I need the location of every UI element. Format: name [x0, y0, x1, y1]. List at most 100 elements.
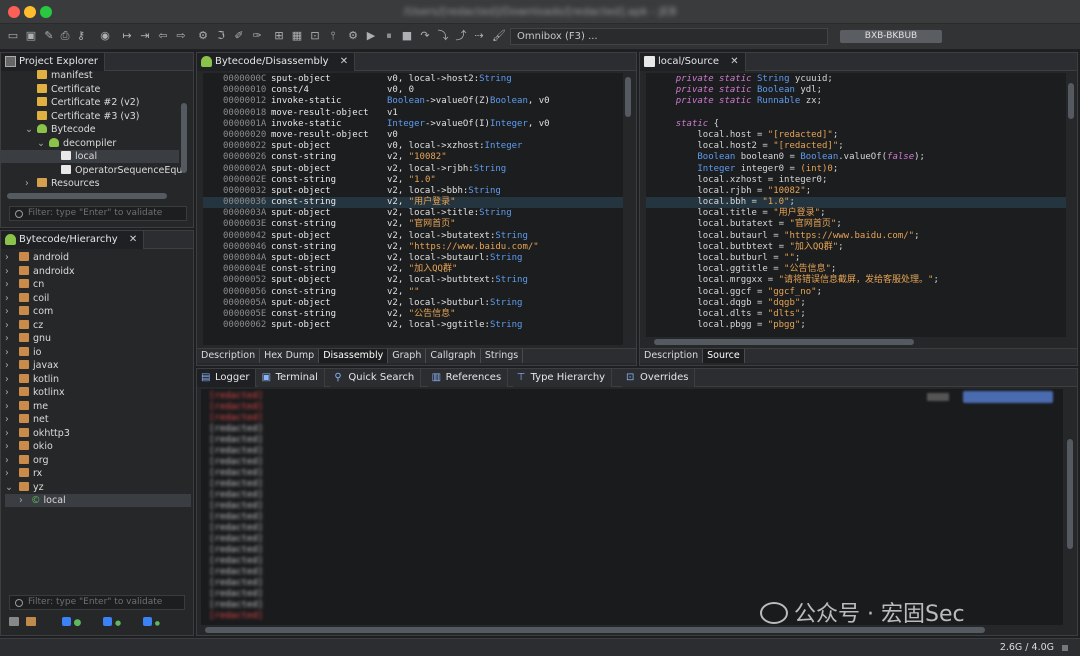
tree-arrow-icon[interactable]: ›: [5, 278, 19, 291]
tab-overrides[interactable]: ⊡ Overrides: [622, 369, 696, 387]
tree-item[interactable]: › Resources: [1, 177, 179, 190]
package-item[interactable]: › cz: [5, 319, 191, 332]
save-icon[interactable]: ▣: [24, 29, 38, 43]
source-line[interactable]: local.butaurl = "https://www.baidu.com/"…: [654, 231, 1066, 242]
package-item[interactable]: › rx: [5, 467, 191, 480]
rename-icon[interactable]: ℑ: [214, 29, 228, 43]
package-item[interactable]: › gnu: [5, 332, 191, 345]
class-item[interactable]: › © local: [5, 494, 191, 507]
source-line[interactable]: static {: [654, 119, 1066, 130]
disassembly-line[interactable]: 00000042 sput-object v2, local->butatext:S…: [223, 231, 623, 242]
step-into-icon[interactable]: ⤵: [436, 29, 450, 43]
tree-arrow-icon[interactable]: ›: [19, 494, 31, 507]
package-item[interactable]: › org: [5, 454, 191, 467]
disassembly-line[interactable]: 00000036 const-string v2, "用户登录": [203, 197, 623, 209]
package-item[interactable]: › coil: [5, 292, 191, 305]
close-icon[interactable]: ✕: [730, 56, 738, 67]
disassembly-vscroll[interactable]: [625, 77, 631, 117]
disassembly-view[interactable]: 0000000C sput-object v0, local->host2:Stri…: [203, 73, 623, 345]
tree-arrow-icon[interactable]: ›: [5, 413, 19, 426]
source-line[interactable]: local.mrggxx = "请将错误信息截屏，发给客服处理。";: [654, 275, 1066, 286]
disassembly-line[interactable]: 00000022 sput-object v0, local->xzhost:Int…: [223, 141, 623, 152]
subtab-callgraph[interactable]: Callgraph: [426, 349, 481, 363]
disassembly-line[interactable]: 0000000C sput-object v0, local->host2:Stri…: [223, 74, 623, 85]
source-line[interactable]: Integer integer0 = (int)0;: [654, 164, 1066, 175]
package-view-icon[interactable]: [9, 617, 19, 626]
subtab-strings[interactable]: Strings: [481, 349, 524, 363]
disassembly-line[interactable]: 00000052 sput-object v2, local->butbtext:S…: [223, 275, 623, 286]
tree-item[interactable]: manifest: [1, 69, 179, 82]
package-item[interactable]: › com: [5, 305, 191, 318]
tree-arrow-icon[interactable]: ›: [5, 319, 19, 332]
source-line[interactable]: local.bbh = "1.0";: [646, 197, 1066, 209]
subtab-description[interactable]: Description: [197, 349, 261, 363]
show-fields-checkbox[interactable]: [103, 617, 113, 626]
source-line[interactable]: local.pbgg = "pbgg";: [654, 320, 1066, 331]
tree-arrow-icon[interactable]: ›: [5, 265, 19, 278]
structure-icon[interactable]: ⊞: [272, 29, 286, 43]
comment-icon[interactable]: ✑: [250, 29, 264, 43]
tree-arrow-icon[interactable]: ›: [5, 373, 19, 386]
brush-icon[interactable]: 🖌: [492, 29, 506, 43]
disassembly-line[interactable]: 00000026 const-string v2, "10082": [223, 152, 623, 163]
project-tree-vscroll[interactable]: [181, 103, 187, 173]
stop-icon[interactable]: ■: [400, 29, 414, 43]
disassembly-line[interactable]: 00000012 invoke-static Boolean->valueOf(Z)…: [223, 96, 623, 107]
project-filter-input[interactable]: Filter: type "Enter" to validate: [9, 206, 187, 221]
package-item[interactable]: › io: [5, 346, 191, 359]
disassembly-line[interactable]: 0000003A sput-object v2, local->title:Stri…: [223, 208, 623, 219]
source-line[interactable]: private static String ycuuid;: [654, 74, 1066, 85]
navigate-icon[interactable]: ⇥: [138, 29, 152, 43]
tree-arrow-icon[interactable]: ›: [25, 177, 37, 190]
tree-item[interactable]: Certificate #3 (v3): [1, 110, 179, 123]
hierarchy-filter-input[interactable]: Filter: type "Enter" to validate: [9, 595, 185, 610]
tree-item[interactable]: Certificate #2 (v2): [1, 96, 179, 109]
package-item[interactable]: ⌄ yz: [5, 481, 191, 494]
tree-item[interactable]: OperatorSequenceEqu: [1, 164, 182, 177]
graph-icon[interactable]: ⊡: [308, 29, 322, 43]
tree-arrow-icon[interactable]: ›: [5, 467, 19, 480]
disassembly-line[interactable]: 00000018 move-result-object v1: [223, 108, 623, 119]
layout-icon[interactable]: ▦: [290, 29, 304, 43]
source-line[interactable]: local.butbtext = "加入QQ群";: [654, 242, 1066, 253]
subtab-hex-dump[interactable]: Hex Dump: [260, 349, 320, 363]
step-over-icon[interactable]: ↷: [418, 29, 432, 43]
source-line[interactable]: local.ggcf = "ggcf_no";: [654, 287, 1066, 298]
disassembly-line[interactable]: 0000003E const-string v2, "官网首页": [223, 219, 623, 230]
source-line[interactable]: local.dqgb = "dqgb";: [654, 298, 1066, 309]
source-line[interactable]: local.title = "用户登录";: [654, 208, 1066, 219]
show-classes-checkbox[interactable]: [61, 617, 71, 626]
disassembly-line[interactable]: 00000020 move-result-object v0: [223, 130, 623, 141]
package-item[interactable]: › okio: [5, 440, 191, 453]
tree-arrow-icon[interactable]: ›: [5, 251, 19, 264]
jump-icon[interactable]: ↦: [120, 29, 134, 43]
tree-arrow-icon[interactable]: ›: [5, 427, 19, 440]
maximize-window-button[interactable]: [40, 6, 52, 18]
source-line[interactable]: local.dlts = "dlts";: [654, 309, 1066, 320]
package-item[interactable]: › kotlin: [5, 373, 191, 386]
package-item[interactable]: › cn: [5, 278, 191, 291]
package-icon[interactable]: [25, 617, 36, 626]
source-line[interactable]: local.ggtitle = "公告信息";: [654, 264, 1066, 275]
logger-output[interactable]: [redacted] [redacted] [redacted] [redact…: [201, 389, 1063, 625]
tree-arrow-icon[interactable]: ›: [5, 359, 19, 372]
memory-gc-icon[interactable]: [1062, 645, 1068, 651]
show-methods-checkbox[interactable]: [142, 617, 152, 626]
decompile-icon[interactable]: ⚙: [196, 29, 210, 43]
logger-vscroll[interactable]: [1067, 439, 1073, 549]
disassembly-line[interactable]: 00000032 sput-object v2, local->bbh:String: [223, 186, 623, 197]
subtab-description[interactable]: Description: [640, 349, 704, 363]
tab-bytecode-hierarchy[interactable]: Bytecode/Hierarchy ✕: [1, 231, 145, 249]
key-icon[interactable]: ⚷: [74, 29, 88, 43]
subtab-graph[interactable]: Graph: [388, 349, 427, 363]
source-line[interactable]: local.host2 = "[redacted]";: [654, 141, 1066, 152]
pause-icon[interactable]: ⏸: [382, 29, 396, 43]
source-line[interactable]: local.butatext = "官网首页";: [654, 219, 1066, 230]
split-icon[interactable]: ⫯: [326, 29, 340, 43]
open-folder-icon[interactable]: ▭: [6, 29, 20, 43]
step-out-icon[interactable]: ⤴: [454, 29, 468, 43]
tab-bytecode-disassembly[interactable]: Bytecode/Disassembly ✕: [197, 53, 356, 71]
tree-arrow-icon[interactable]: ›: [5, 454, 19, 467]
package-item[interactable]: › android: [5, 251, 191, 264]
wrench-icon[interactable]: ✎: [42, 29, 56, 43]
